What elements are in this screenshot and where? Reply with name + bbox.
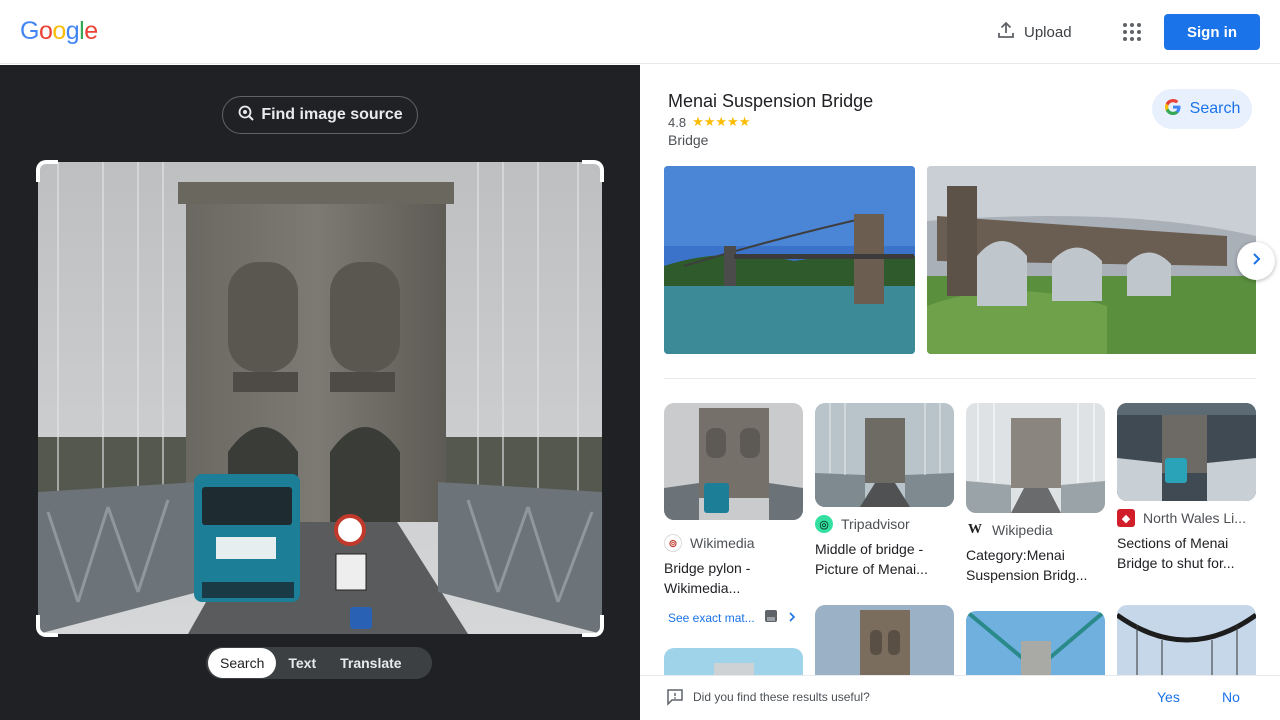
upload-button[interactable]: Upload [988,16,1080,48]
google-apps-icon[interactable] [1116,16,1148,48]
feedback-question: Did you find these results useful? [693,690,870,704]
exact-matches-label: See exact mat... [668,610,755,625]
feedback-bar: Did you find these results useful? Yes N… [640,675,1280,720]
feedback-icon [666,688,684,711]
query-image[interactable] [38,162,602,634]
entity-type: Bridge [668,132,709,148]
logo-letter: o [52,17,66,45]
entity-image-2[interactable] [927,166,1256,354]
entity-image-1[interactable] [664,166,915,354]
source-name: Tripadvisor [841,516,910,532]
rating-value: 4.8 [668,114,687,130]
exact-match-thumb-icon [763,608,779,627]
visual-match-card[interactable]: ◆ North Wales Li... Sections of Menai Br… [1117,403,1257,573]
source-name: Wikipedia [992,522,1053,538]
logo-letter: o [38,17,53,45]
sign-in-button[interactable]: Sign in [1164,14,1260,50]
google-logo[interactable]: Google [20,17,98,46]
star-rating-icon: ★★★★★ [692,114,751,129]
tab-search[interactable]: Search [208,648,277,678]
tripadvisor-icon: ◎ [815,515,833,533]
wikipedia-icon: W [966,521,984,539]
entity-search-button[interactable]: Search [1152,89,1252,129]
result-source: ◆ North Wales Li... [1117,509,1257,527]
result-title[interactable]: Bridge pylon - Wikimedia... [664,558,804,598]
crop-handle-bottom-right[interactable] [582,615,604,637]
upload-label: Upload [1024,23,1072,41]
logo-letter: G [20,17,39,45]
tab-translate[interactable]: Translate [328,648,413,678]
find-image-source-button[interactable]: Find image source [222,96,418,134]
logo-letter: e [84,17,98,45]
upload-icon [996,20,1016,44]
visual-match-card[interactable]: ◎ Tripadvisor Middle of bridge - Picture… [815,403,955,579]
lens-search-icon [237,104,255,127]
result-thumbnail[interactable] [1117,605,1256,685]
source-name: Wikimedia [690,535,755,551]
feedback-no-button[interactable]: No [1222,689,1240,705]
result-thumbnail[interactable] [815,403,954,507]
result-thumbnail[interactable] [966,403,1105,513]
result-title[interactable]: Category:Menai Suspension Bridg... [966,545,1106,585]
tab-text[interactable]: Text [276,648,328,678]
crop-handle-top-right[interactable] [582,160,604,182]
entity-search-label: Search [1189,100,1241,117]
visual-match-card[interactable]: ⊚ Wikimedia Bridge pylon - Wikimedia... [664,403,804,598]
visual-match-card[interactable]: W Wikipedia Category:Menai Suspension Br… [966,403,1106,585]
result-thumbnail[interactable] [1117,403,1256,501]
result-title[interactable]: Middle of bridge - Picture of Menai... [815,539,955,579]
source-name: North Wales Li... [1143,510,1246,526]
google-g-icon [1164,98,1182,121]
mode-tabs: Search Text Translate [206,647,432,679]
crop-handle-top-left[interactable] [36,160,58,182]
chevron-right-icon [787,611,797,625]
crop-handle-bottom-left[interactable] [36,615,58,637]
top-bar: Google Upload Sign in [0,0,1280,64]
result-source: ◎ Tripadvisor [815,515,955,533]
north-wales-icon: ◆ [1117,509,1135,527]
wikimedia-icon: ⊚ [664,534,682,552]
section-divider [664,378,1256,379]
chevron-right-icon [1249,252,1263,271]
result-title[interactable]: Sections of Menai Bridge to shut for... [1117,533,1257,573]
entity-rating: 4.8 ★★★★★ [668,114,750,130]
result-source: W Wikipedia [966,521,1106,539]
query-image-panel: Find image source Search Text Translate [0,65,640,720]
entity-title[interactable]: Menai Suspension Bridge [668,91,873,112]
logo-letter: g [65,17,80,45]
result-thumbnail[interactable] [664,403,803,520]
next-images-button[interactable] [1237,242,1275,280]
results-panel: Menai Suspension Bridge 4.8 ★★★★★ Bridge… [640,65,1280,720]
result-thumbnail[interactable] [815,605,954,685]
see-exact-matches-link[interactable]: See exact mat... [668,608,797,627]
result-source: ⊚ Wikimedia [664,534,804,552]
feedback-yes-button[interactable]: Yes [1157,689,1180,705]
find-image-source-label: Find image source [261,106,403,123]
